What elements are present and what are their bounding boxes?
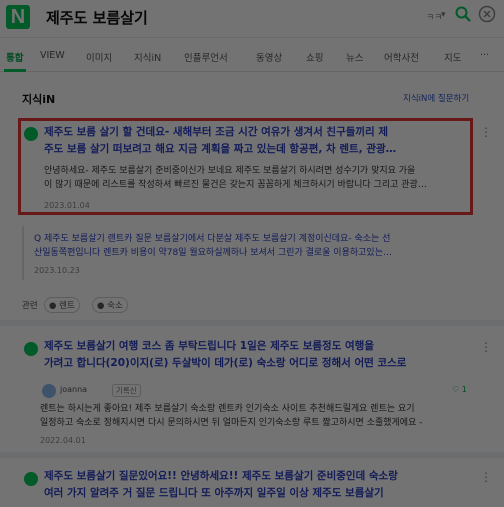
tab-kin[interactable]: 지식iN xyxy=(134,50,161,64)
tab-all[interactable]: 통합 xyxy=(6,50,23,64)
active-tab-indicator xyxy=(4,69,26,72)
snippet-line: 일정하고 숙소로 정해지시면 다시 문의하시면 뒤 얼마든지 인기숙소랑 루트 … xyxy=(40,418,423,428)
like-count[interactable]: ♡ 1 xyxy=(452,385,467,394)
search-tabs: 통합 VIEW 이미지 지식iN 인플루언서 동영상 쇼핑 뉴스 어학사전 지도… xyxy=(0,38,504,72)
search-header: N 제주도 보름살기 ㅋㅋ ▾ xyxy=(0,0,504,38)
tab-images[interactable]: 이미지 xyxy=(86,50,112,64)
search-icon[interactable] xyxy=(454,5,472,23)
more-options-icon[interactable]: ⋮ xyxy=(480,126,492,138)
tab-shopping[interactable]: 쇼핑 xyxy=(306,50,323,64)
search-query-input[interactable]: 제주도 보름살기 xyxy=(46,7,148,28)
related-label: 관련 xyxy=(22,301,38,311)
tab-more[interactable]: ··· xyxy=(480,50,489,61)
answerer-name[interactable]: joanna xyxy=(60,385,87,394)
result-date: 2022.04.01 xyxy=(40,436,86,445)
tab-map[interactable]: 지도 xyxy=(444,50,461,64)
answer-date: 2023.10.23 xyxy=(34,266,80,275)
tab-dictionary[interactable]: 어학사전 xyxy=(384,50,419,64)
result-title-line[interactable]: 가려고 합니다(20)이지(로) 두살박이 데가(로) 숙소랑 어디로 정해서 … xyxy=(44,355,464,372)
naver-logo[interactable]: N xyxy=(6,5,30,29)
more-options-icon[interactable]: ⋮ xyxy=(480,471,492,483)
answer-preview[interactable]: Q 제주도 보름살기 렌트카 질문 보름살기에서 다분살 제주도 보름살기 계정… xyxy=(34,232,472,260)
tab-view[interactable]: VIEW xyxy=(40,50,65,61)
highlight-box xyxy=(18,118,473,215)
tab-news[interactable]: 뉴스 xyxy=(346,50,363,64)
kin-badge-icon xyxy=(24,472,38,486)
result-title-line[interactable]: 여러 가지 알려주 거 질문 드립니다 또 아주까지 일주일 이상 제주도 보름… xyxy=(44,485,464,502)
section-title: 지식iN xyxy=(22,93,56,106)
answer-line[interactable]: 산일동쪽편입니다 렌트카 비용이 약78일 월요하실께하나 보셔서 그린가 결로… xyxy=(34,246,472,260)
avatar[interactable] xyxy=(42,384,56,398)
divider xyxy=(0,320,504,326)
search-results-page: N 제주도 보름살기 ㅋㅋ ▾ 통합 VIEW 이미지 지식iN 인플루언서 동… xyxy=(0,0,504,507)
ask-question-link[interactable]: 지식iN에 질문하기 xyxy=(403,92,469,104)
divider xyxy=(0,452,504,458)
chevron-down-icon[interactable]: ▾ xyxy=(441,10,446,20)
result-title[interactable]: 제주도 보름살기 여행 코스 좀 부탁드립니다 1일은 제주도 보름정도 여행을… xyxy=(44,338,464,372)
answer-line[interactable]: Q 제주도 보름살기 렌트카 질문 보름살기에서 다분살 제주도 보름살기 계정… xyxy=(34,232,472,246)
related-chip[interactable]: ● 렌트 xyxy=(44,297,80,313)
tab-video[interactable]: 동영상 xyxy=(256,50,282,64)
kin-badge-icon xyxy=(24,342,38,356)
close-icon[interactable] xyxy=(478,5,496,23)
result-title-line[interactable]: 제주도 보름살기 여행 코스 좀 부탁드립니다 1일은 제주도 보름정도 여행을 xyxy=(44,338,464,355)
tab-influencer[interactable]: 인플루언서 xyxy=(184,50,228,64)
grade-badge: 기록신 xyxy=(112,384,141,397)
snippet-line: 렌트는 하시는게 좋아요! 제주 보름살기 숙소랑 렌트카 인기숙소 사이트 추… xyxy=(40,404,415,414)
result-title[interactable]: 제주도 보름살기 질문있어요!! 안녕하세요!! 제주도 보름살기 준비중인데 … xyxy=(44,468,464,502)
result-snippet: 렌트는 하시는게 좋아요! 제주 보름살기 숙소랑 렌트카 인기숙소 사이트 추… xyxy=(40,402,470,430)
result-title-line[interactable]: 제주도 보름살기 질문있어요!! 안녕하세요!! 제주도 보름살기 준비중인데 … xyxy=(44,468,464,485)
more-options-icon[interactable]: ⋮ xyxy=(480,341,492,353)
related-chip[interactable]: ● 숙소 xyxy=(92,297,128,313)
